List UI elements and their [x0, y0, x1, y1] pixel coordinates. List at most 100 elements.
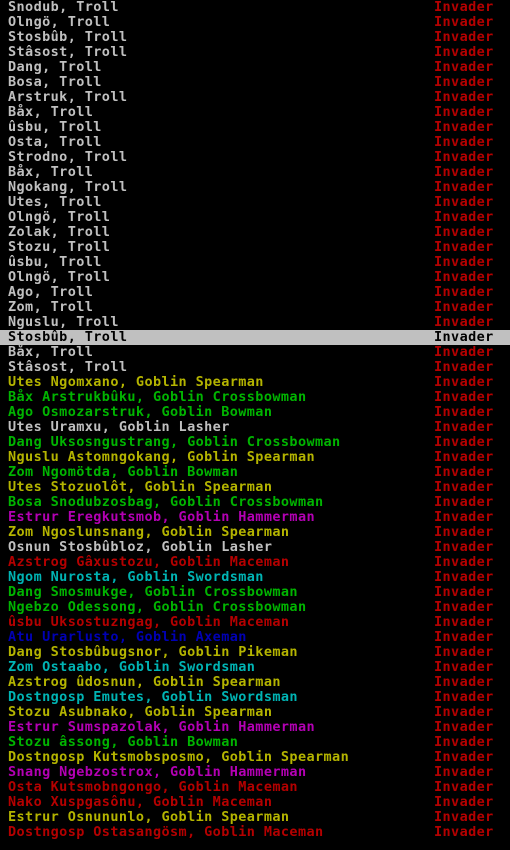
unit-name: Dang, Troll — [8, 59, 102, 75]
unit-status: Invader — [434, 674, 494, 690]
unit-name: Osta Kutsmobngongo, Goblin Maceman — [8, 779, 298, 795]
unit-status: Invader — [434, 764, 494, 780]
unit-row[interactable]: ûsbu, Troll Invader — [0, 120, 510, 135]
unit-row[interactable]: Dang Stosbûbugsnor, Goblin Pikeman Invade… — [0, 645, 510, 660]
unit-row[interactable]: Zom Ostaabo, Goblin Swordsman Invader — [0, 660, 510, 675]
unit-row[interactable]: Båx, Troll Invader — [0, 105, 510, 120]
unit-row[interactable]: Osta, Troll Invader — [0, 135, 510, 150]
unit-name: Utes, Troll — [8, 194, 102, 210]
unit-status: Invader — [434, 794, 494, 810]
unit-name: Båx, Troll — [8, 344, 94, 360]
unit-row[interactable]: Snodub, Troll Invader — [0, 0, 510, 15]
unit-name: Arstruk, Troll — [8, 89, 128, 105]
unit-name: Dang Uksosngustrang, Goblin Crossbowman — [8, 434, 341, 450]
unit-row[interactable]: Dang, Troll Invader — [0, 60, 510, 75]
unit-status: Invader — [434, 104, 494, 120]
unit-row[interactable]: Ngom Nurosta, Goblin Swordsman Invader — [0, 570, 510, 585]
unit-name: Bosa, Troll — [8, 74, 102, 90]
unit-row[interactable]: Båx, Troll Invader — [0, 345, 510, 360]
unit-status: Invader — [434, 359, 494, 375]
unit-row[interactable]: Stosbûb, Troll Invader — [0, 30, 510, 45]
unit-status: Invader — [434, 89, 494, 105]
unit-row[interactable]: Osnun Stosbûbloz, Goblin Lasher Invader — [0, 540, 510, 555]
unit-status: Invader — [434, 779, 494, 795]
unit-row[interactable]: Estrur Osnununlo, Goblin Spearman Invader — [0, 810, 510, 825]
unit-row[interactable]: Båx, Troll Invader — [0, 165, 510, 180]
unit-status: Invader — [434, 809, 494, 825]
unit-row[interactable]: Nako Xuspgasônu, Goblin Maceman Invader — [0, 795, 510, 810]
unit-row[interactable]: Osta Kutsmobngongo, Goblin Maceman Invade… — [0, 780, 510, 795]
unit-row[interactable]: Zom Ngoslunsnang, Goblin Spearman Invader — [0, 525, 510, 540]
unit-row[interactable]: Dostngosp Kutsmobsposmo, Goblin Spearman… — [0, 750, 510, 765]
unit-row[interactable]: Stâsost, Troll Invader — [0, 45, 510, 60]
unit-status: Invader — [434, 524, 494, 540]
unit-row[interactable]: ûsbu, Troll Invader — [0, 255, 510, 270]
unit-row[interactable]: Estrur Eregkutsmob, Goblin Hammerman Inva… — [0, 510, 510, 525]
unit-row[interactable]: Snang Ngebzostrox, Goblin Hammerman Invad… — [0, 765, 510, 780]
unit-row[interactable]: Stozu Asubnako, Goblin Spearman Invader — [0, 705, 510, 720]
unit-name: Atu Urarlusto, Goblin Axeman — [8, 629, 247, 645]
unit-name: Zom Ngomötda, Goblin Bowman — [8, 464, 239, 480]
unit-row[interactable]: ûsbu Uksostuzngag, Goblin Maceman Invader — [0, 615, 510, 630]
unit-row[interactable]: Azstrog Gâxustozu, Goblin Maceman Invader — [0, 555, 510, 570]
unit-row[interactable]: Arstruk, Troll Invader — [0, 90, 510, 105]
unit-name: Nguslu, Troll — [8, 314, 119, 330]
unit-name: Ngokang, Troll — [8, 179, 128, 195]
unit-row[interactable]: Bosa Snodubzosbag, Goblin Crossbowman Inv… — [0, 495, 510, 510]
unit-row[interactable]: Strodno, Troll Invader — [0, 150, 510, 165]
unit-row[interactable]: Zom Ngomötda, Goblin Bowman Invader — [0, 465, 510, 480]
unit-row[interactable]: Stâsost, Troll Invader — [0, 360, 510, 375]
unit-row[interactable]: Ago, Troll Invader — [0, 285, 510, 300]
unit-name: Snodub, Troll — [8, 0, 119, 15]
unit-name: Azstrog ûdosnun, Goblin Spearman — [8, 674, 281, 690]
unit-row[interactable]: Atu Urarlusto, Goblin Axeman Invader — [0, 630, 510, 645]
unit-name: Ngom Nurosta, Goblin Swordsman — [8, 569, 264, 585]
unit-row[interactable]: Ngokang, Troll Invader — [0, 180, 510, 195]
unit-row[interactable]: Dang Uksosngustrang, Goblin Crossbowman I… — [0, 435, 510, 450]
unit-status: Invader — [434, 0, 494, 15]
unit-status: Invader — [434, 749, 494, 765]
unit-row[interactable]: Dostngosp Ostasangösm, Goblin Maceman Inv… — [0, 825, 510, 840]
unit-status: Invader — [434, 464, 494, 480]
unit-name: Estrur Eregkutsmob, Goblin Hammerman — [8, 509, 315, 525]
unit-row[interactable]: Stozu, Troll Invader — [0, 240, 510, 255]
unit-row[interactable]: Nguslu, Troll Invader — [0, 315, 510, 330]
unit-name: Strodno, Troll — [8, 149, 128, 165]
unit-row[interactable]: Stozu âssong, Goblin Bowman Invader — [0, 735, 510, 750]
unit-row[interactable]: Azstrog ûdosnun, Goblin Spearman Invader — [0, 675, 510, 690]
unit-row[interactable]: Utes Stozuolôt, Goblin Spearman Invader — [0, 480, 510, 495]
unit-row[interactable]: Olngö, Troll Invader — [0, 270, 510, 285]
unit-status: Invader — [434, 134, 494, 150]
unit-name: Ago, Troll — [8, 284, 94, 300]
unit-row[interactable]: Utes, Troll Invader — [0, 195, 510, 210]
unit-list[interactable]: Snodub, Troll Invader Olngö, Troll Invader S… — [0, 0, 510, 850]
unit-row[interactable]: Zolak, Troll Invader — [0, 225, 510, 240]
unit-name: ûsbu, Troll — [8, 119, 102, 135]
unit-row[interactable]: Estrur Sumspazolak, Goblin Hammerman Inva… — [0, 720, 510, 735]
unit-name: Snang Ngebzostrox, Goblin Hammerman — [8, 764, 307, 780]
unit-name: Dang Smosmukge, Goblin Crossbowman — [8, 584, 298, 600]
unit-row[interactable]: Ngebzo Odessong, Goblin Crossbowman Invad… — [0, 600, 510, 615]
unit-status: Invader — [434, 614, 494, 630]
unit-name: Stâsost, Troll — [8, 44, 128, 60]
unit-row[interactable]: Zom, Troll Invader — [0, 300, 510, 315]
unit-status: Invader — [434, 374, 494, 390]
unit-row[interactable]: Dang Smosmukge, Goblin Crossbowman Invade… — [0, 585, 510, 600]
unit-name: Stosbûb, Troll — [8, 29, 128, 45]
unit-row-selected[interactable]: Stosbûb, Troll Invader — [0, 330, 510, 345]
unit-row[interactable]: Ago Osmozarstruk, Goblin Bowman Invader — [0, 405, 510, 420]
unit-row[interactable]: Olngö, Troll Invader — [0, 210, 510, 225]
unit-name: Nako Xuspgasônu, Goblin Maceman — [8, 794, 273, 810]
unit-name: Båx, Troll — [8, 164, 94, 180]
unit-name: Olngö, Troll — [8, 269, 111, 285]
unit-row[interactable]: Olngö, Troll Invader — [0, 15, 510, 30]
unit-status: Invader — [434, 209, 494, 225]
unit-row[interactable]: Båx Arstrukbûku, Goblin Crossbowman Invad… — [0, 390, 510, 405]
unit-row[interactable]: Utes Uramxu, Goblin Lasher Invader — [0, 420, 510, 435]
unit-row[interactable]: Nguslu Astomngokang, Goblin Spearman Inva… — [0, 450, 510, 465]
unit-row[interactable]: Bosa, Troll Invader — [0, 75, 510, 90]
unit-row[interactable]: Dostngosp Emutes, Goblin Swordsman Invade… — [0, 690, 510, 705]
unit-status: Invader — [434, 224, 494, 240]
unit-name: Estrur Sumspazolak, Goblin Hammerman — [8, 719, 315, 735]
unit-row[interactable]: Utes Ngomxano, Goblin Spearman Invader — [0, 375, 510, 390]
